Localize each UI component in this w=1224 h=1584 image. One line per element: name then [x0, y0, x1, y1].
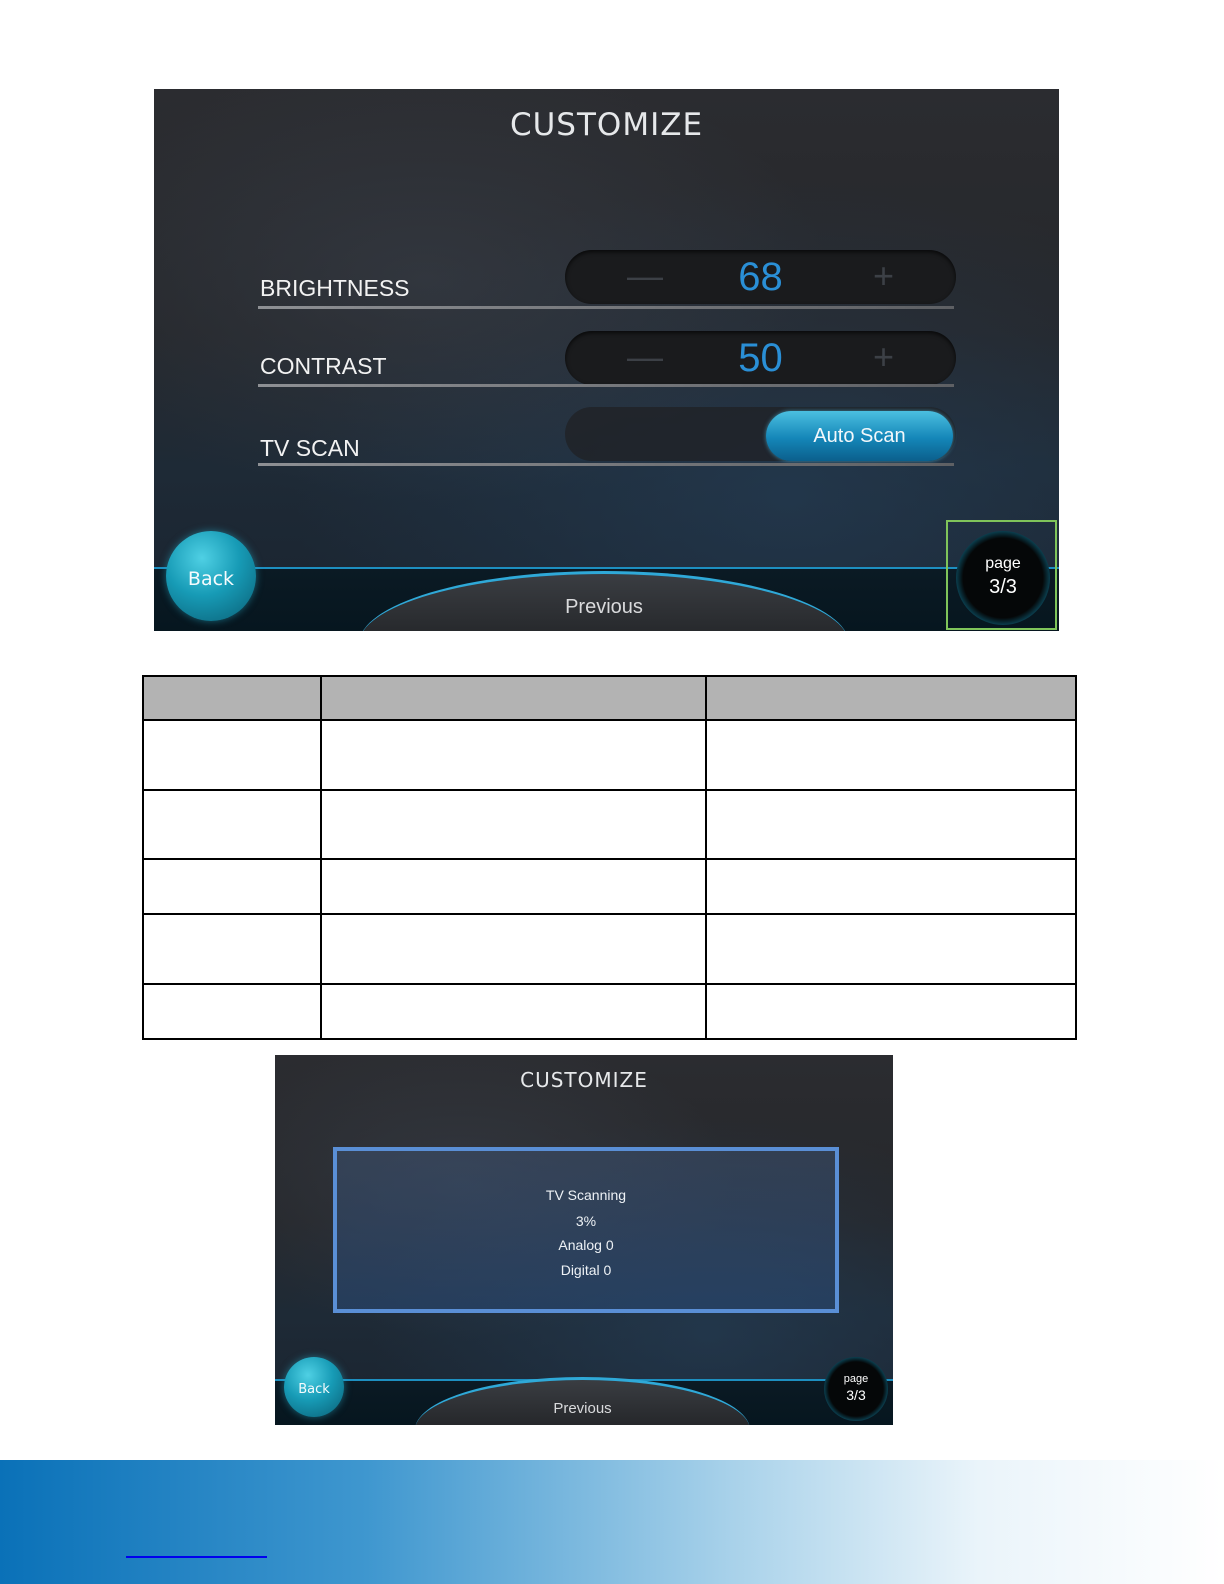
table-cell — [319, 913, 707, 985]
brightness-label: BRIGHTNESS — [260, 275, 410, 301]
table-cell — [704, 983, 1078, 1040]
customize-screen-scanning: CUSTOMIZE TV Scanning 3% Analog 0 Digita… — [275, 1055, 893, 1425]
footer-link-underline[interactable] — [126, 1556, 267, 1558]
row-divider — [258, 463, 954, 466]
table-header-row — [142, 675, 1078, 721]
row-divider — [258, 384, 954, 387]
contrast-increase-button[interactable]: + — [873, 337, 894, 377]
table-header-cell — [142, 675, 322, 721]
brightness-value: 68 — [738, 255, 783, 299]
table-cell — [704, 858, 1078, 915]
table-cell — [319, 789, 707, 860]
back-button[interactable]: Back — [284, 1357, 344, 1417]
table-header-cell — [319, 675, 707, 721]
page-number: 3/3 — [989, 576, 1017, 598]
table-header-cell — [704, 675, 1078, 721]
info-table — [142, 675, 1078, 1040]
scanning-progress: 3% — [575, 1213, 597, 1229]
table-cell — [319, 719, 707, 791]
screen-title: CUSTOMIZE — [509, 107, 704, 143]
page-word: page — [985, 555, 1021, 572]
table-cell — [319, 983, 707, 1040]
tv-scanning-dialog: TV Scanning 3% Analog 0 Digital 0 — [333, 1147, 839, 1313]
previous-label: Previous — [565, 596, 643, 618]
contrast-label: CONTRAST — [260, 353, 387, 379]
brightness-stepper: — 68 + — [565, 250, 956, 304]
table-row — [142, 913, 1078, 985]
page-indicator-button[interactable]: page 3/3 — [956, 531, 1050, 625]
brightness-increase-button[interactable]: + — [873, 256, 894, 296]
table-row — [142, 858, 1078, 915]
table-cell — [704, 913, 1078, 985]
table-cell — [142, 983, 322, 1040]
table-cell — [704, 719, 1078, 791]
table-cell — [142, 913, 322, 985]
page-indicator-button[interactable]: page 3/3 — [824, 1357, 888, 1421]
table-row — [142, 983, 1078, 1040]
table-cell — [319, 858, 707, 915]
customize-screen-page3: CUSTOMIZE — 68 + BRIGHTNESS — 50 + CONTR… — [154, 89, 1059, 631]
table-row — [142, 789, 1078, 860]
table-cell — [142, 719, 322, 791]
previous-label: Previous — [553, 1400, 612, 1417]
table-cell — [704, 789, 1078, 860]
footer-band — [0, 1460, 1224, 1584]
back-button[interactable]: Back — [166, 531, 256, 621]
screen-title: CUSTOMIZE — [520, 1068, 648, 1092]
tv-scan-label: TV SCAN — [260, 435, 360, 461]
contrast-value: 50 — [738, 336, 783, 380]
table-cell — [142, 858, 322, 915]
analog-count: Analog 0 — [558, 1237, 614, 1253]
auto-scan-button[interactable]: Auto Scan — [766, 411, 953, 461]
page-word: page — [843, 1373, 869, 1385]
table-cell — [142, 789, 322, 860]
table-row — [142, 719, 1078, 791]
page-number: 3/3 — [846, 1387, 866, 1403]
contrast-stepper: — 50 + — [565, 331, 956, 385]
digital-count: Digital 0 — [560, 1262, 612, 1278]
row-divider — [258, 306, 954, 309]
scanning-title: TV Scanning — [545, 1187, 627, 1203]
